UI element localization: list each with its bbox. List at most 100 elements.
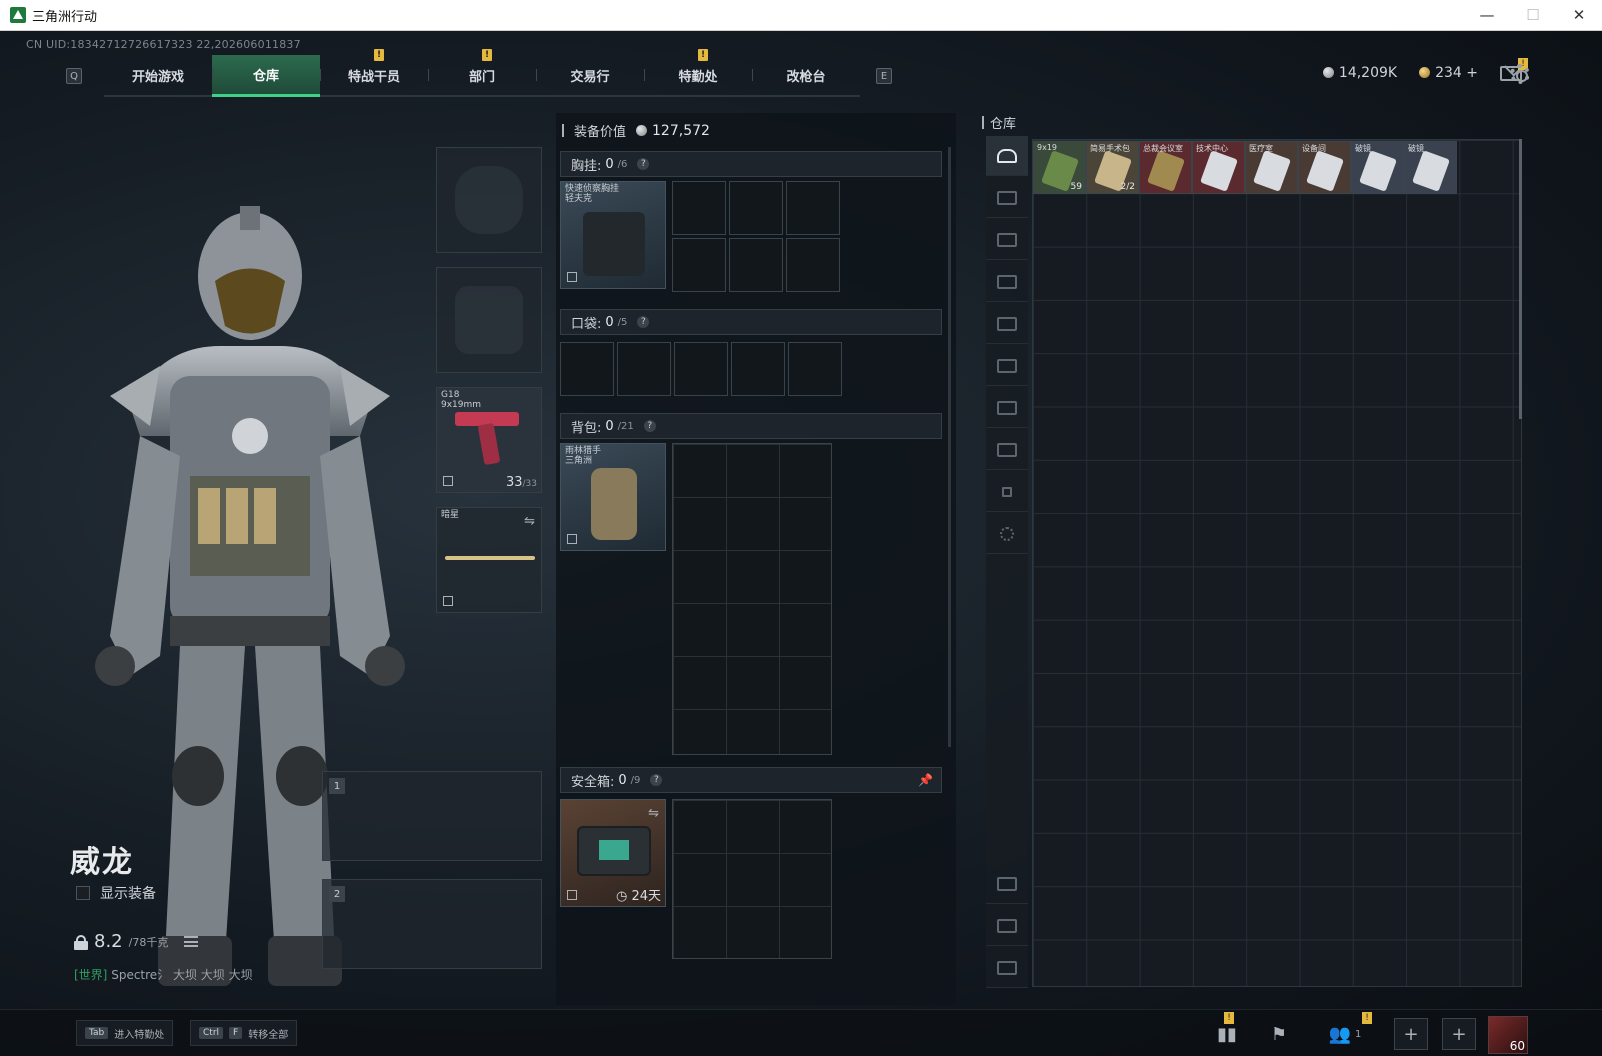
weight-detail-list-icon[interactable] <box>184 936 199 947</box>
warehouse-item[interactable]: 设备间 <box>1298 141 1351 194</box>
warehouse-grid[interactable] <box>1032 139 1522 987</box>
tab-special-service[interactable]: 特勤处! <box>644 49 752 95</box>
world-chat[interactable]: [世界] Spectre氵 大坝 大坝 大坝 <box>74 966 253 983</box>
backpack-count: 0 <box>605 418 614 434</box>
warehouse-tab-2[interactable] <box>986 220 1028 260</box>
pocket-cell[interactable] <box>788 342 842 396</box>
warehouse-item[interactable]: 医疗室 <box>1245 141 1298 194</box>
warehouse-tab-3[interactable] <box>986 262 1028 302</box>
flag-button[interactable]: ⚑ <box>1262 1018 1296 1050</box>
nav-prev-key[interactable]: Q <box>66 68 82 84</box>
warehouse-tab-all[interactable] <box>986 136 1028 176</box>
gold-amount: 234 <box>1435 65 1462 81</box>
warehouse-item[interactable]: 破镜 <box>1404 141 1457 194</box>
gold-currency[interactable]: 234 + <box>1419 65 1478 81</box>
warehouse-tab-operator[interactable] <box>986 864 1028 904</box>
equipment-scrollbar[interactable] <box>948 147 951 747</box>
primary-weapon-slot-1[interactable]: 1 <box>322 771 542 861</box>
warehouse-tab-6[interactable] <box>986 388 1028 428</box>
warehouse-tab-sort[interactable] <box>986 948 1028 988</box>
warehouse-item[interactable]: 9x19 59 <box>1033 141 1086 194</box>
operator-icon <box>997 876 1017 891</box>
helmet-slot[interactable] <box>436 147 542 253</box>
chest-rig-lock-icon <box>567 272 577 282</box>
stats-button[interactable]: ▮▮ ! <box>1210 1012 1244 1050</box>
minimize-button[interactable]: — <box>1464 0 1510 30</box>
flag-icon: ⚑ <box>1270 1023 1288 1045</box>
safe-box-grid[interactable] <box>672 799 832 959</box>
pistol-slot[interactable]: G18 9x19mm 33/33 <box>436 387 542 493</box>
warehouse-tab-7[interactable] <box>986 430 1028 470</box>
backpack-item[interactable]: 雨林猎手 三角洲 <box>560 443 666 551</box>
warehouse-tab-4[interactable] <box>986 304 1028 344</box>
pocket-header: 口袋: 0/5 ? <box>560 309 942 335</box>
pistol-model: G18 <box>441 390 460 400</box>
chest-rig-item-name: 快速侦察胸挂 轻夫克 <box>565 184 619 204</box>
nav-next-key[interactable]: E <box>876 68 892 84</box>
enter-special-service-hint[interactable]: Tab 进入特勤处 <box>76 1020 174 1046</box>
help-icon[interactable]: ? <box>637 158 650 170</box>
chest-cell[interactable] <box>729 181 783 235</box>
maximize-button[interactable]: ☐ <box>1510 0 1556 30</box>
pocket-cell[interactable] <box>617 342 671 396</box>
invite-slot-1[interactable]: + <box>1394 1018 1428 1050</box>
tab-gunsmith[interactable]: 改枪台 <box>752 55 860 95</box>
warehouse-tab-layers[interactable] <box>986 906 1028 946</box>
chest-rig-max: /6 <box>617 158 628 170</box>
pocket-cell[interactable] <box>674 342 728 396</box>
chest-cell[interactable] <box>672 238 726 292</box>
notification-badge: ! <box>1362 1012 1372 1024</box>
warehouse-tab-settings[interactable] <box>986 514 1028 554</box>
tab-operators[interactable]: 特战干员! <box>320 49 428 95</box>
invite-slot-2[interactable]: + <box>1442 1018 1476 1050</box>
item-label: 技术中心 <box>1196 144 1228 153</box>
backpack-item-line1: 雨林猎手 <box>565 446 602 456</box>
equipment-panel: 装备价值 127,572 胸挂: 0/6 ? 快速侦察胸挂 轻夫克 口袋: 0/5… <box>556 113 956 1005</box>
melee-slot[interactable]: 暗星 ⇋ <box>436 507 542 613</box>
warehouse-tab-1[interactable] <box>986 178 1028 218</box>
transfer-all-hint[interactable]: Ctrl F 转移全部 <box>190 1020 298 1046</box>
warehouse-item[interactable]: 破镜 <box>1351 141 1404 194</box>
safe-box-count: 0 <box>618 772 627 788</box>
tab-warehouse[interactable]: 仓库 <box>212 55 320 97</box>
backpack-grid[interactable] <box>672 443 832 755</box>
warehouse-scrollbar[interactable] <box>1519 139 1522 419</box>
tab-start-game[interactable]: 开始游戏 <box>104 55 212 95</box>
warehouse-tab-locked[interactable] <box>986 472 1028 512</box>
add-gold-button[interactable]: + <box>1466 65 1478 81</box>
swap-icon[interactable]: ⇋ <box>524 514 535 529</box>
warehouse-item[interactable]: 简易手术包 2/2 <box>1086 141 1139 194</box>
header-bar <box>562 124 564 137</box>
chest-cell[interactable] <box>786 181 840 235</box>
show-gear-checkbox[interactable] <box>76 886 90 900</box>
close-button[interactable]: ✕ <box>1556 0 1602 30</box>
primary-weapon-slot-2[interactable]: 2 <box>322 879 542 969</box>
show-gear-toggle[interactable]: 显示装备 <box>76 883 156 903</box>
warehouse-item[interactable]: 技术中心 <box>1192 141 1245 194</box>
main-nav: Q 开始游戏 仓库 特战干员! 部门! 交易行 特勤处! 改枪台 E <box>66 49 892 97</box>
armor-slot[interactable] <box>436 267 542 373</box>
carry-weight: 8.2 /78千克 <box>74 931 199 952</box>
pin-icon[interactable]: 📌 <box>918 773 933 787</box>
swap-icon[interactable]: ⇋ <box>648 806 659 821</box>
tab-department[interactable]: 部门! <box>428 49 536 95</box>
storage-box-icon <box>997 358 1017 373</box>
warehouse-tab-5[interactable] <box>986 346 1028 386</box>
safe-box-item[interactable]: ⇋ ◷ 24天 <box>560 799 666 907</box>
player-avatar[interactable]: 60 <box>1488 1016 1528 1054</box>
chest-cell[interactable] <box>672 181 726 235</box>
help-icon[interactable]: ? <box>643 420 656 432</box>
knife-art <box>445 556 535 560</box>
chest-cell[interactable] <box>786 238 840 292</box>
pocket-cell[interactable] <box>560 342 614 396</box>
chest-cell[interactable] <box>729 238 783 292</box>
pocket-cell[interactable] <box>731 342 785 396</box>
settings-gear-icon[interactable] <box>1510 64 1530 84</box>
chest-rig-item[interactable]: 快速侦察胸挂 轻夫克 <box>560 181 666 289</box>
warehouse-item[interactable]: 总裁会议室 <box>1139 141 1192 194</box>
friends-button[interactable]: 👥 1 ! <box>1320 1012 1372 1050</box>
item-label: 简易手术包 <box>1090 144 1130 153</box>
help-icon[interactable]: ? <box>637 316 650 328</box>
help-icon[interactable]: ? <box>650 774 663 786</box>
tab-trade[interactable]: 交易行 <box>536 55 644 95</box>
